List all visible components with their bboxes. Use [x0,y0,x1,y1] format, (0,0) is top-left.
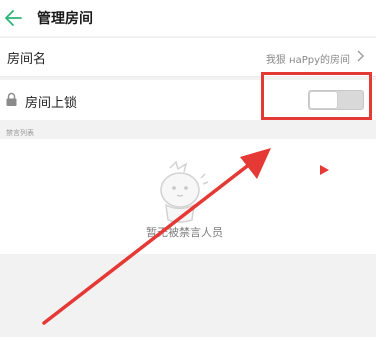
back-arrow-icon[interactable] [3,7,25,29]
mute-list-section-label: 禁言列表 [6,129,34,137]
lock-icon [6,92,17,106]
empty-state-text: 暂无被禁言人员 [146,226,223,239]
top-bar: 管理房间 [0,0,376,36]
annotation-highlight-box [261,72,372,120]
empty-mascot-icon [160,160,209,223]
chevron-right-icon [357,50,364,62]
room-lock-label: 房间上锁 [25,96,78,111]
room-name-value: 我狠 ʜaPpy的房间 [265,55,350,66]
room-name-label: 房间名 [7,52,47,67]
play-icon [320,165,329,175]
page-title: 管理房间 [37,11,93,27]
